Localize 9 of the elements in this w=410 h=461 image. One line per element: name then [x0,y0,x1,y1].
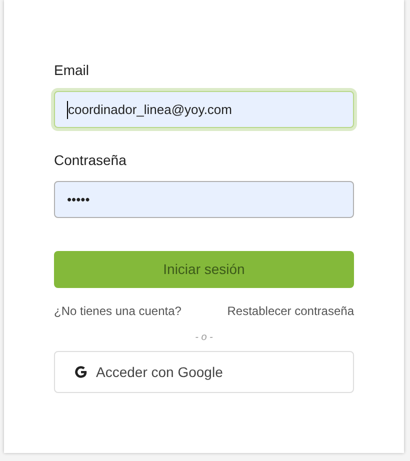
or-divider: - o - [195,331,213,345]
field-label: Contraseña [54,151,128,170]
text-link[interactable]: Restablecer contraseña [227,302,354,320]
text-link[interactable]: ¿No tienes una cuenta? [54,302,182,320]
google-login-button[interactable]: Acceder con Google [54,351,354,393]
field-label: Email [54,61,90,80]
input-field[interactable]: ••••• [54,181,354,218]
google-g-icon [74,365,88,379]
input-field[interactable]: coordinador_linea@yoy.com [54,91,354,128]
